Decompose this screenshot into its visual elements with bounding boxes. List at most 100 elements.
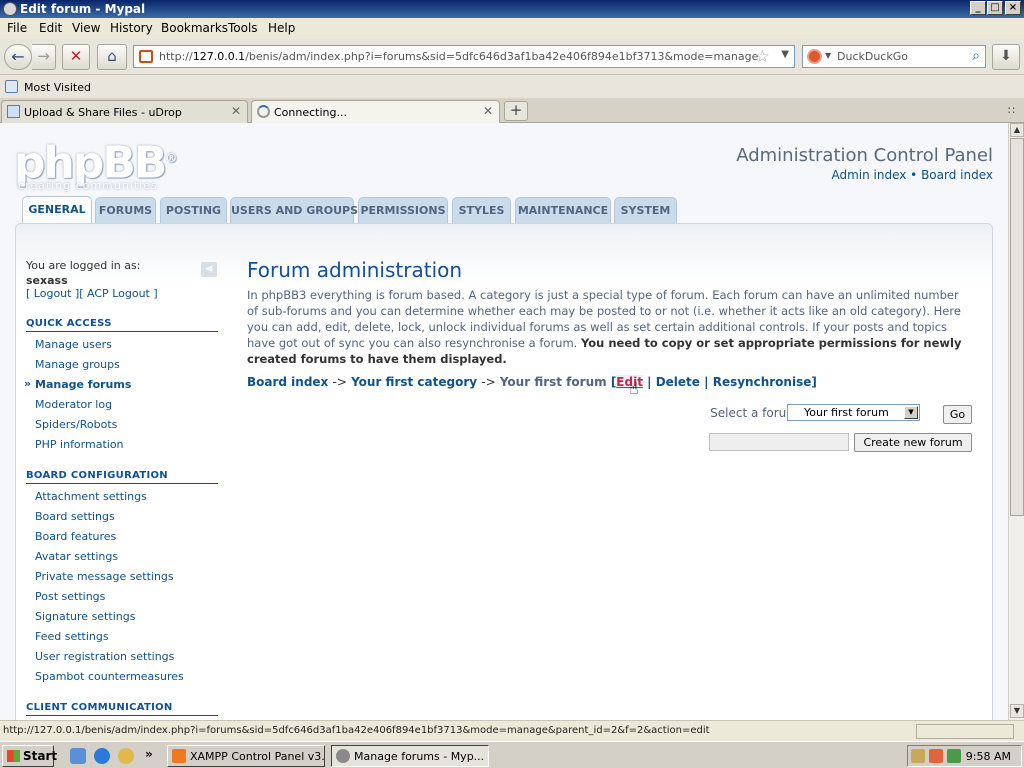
search-input[interactable]: DuckDuckGo	[837, 50, 908, 63]
sidebar-item-post-settings[interactable]: Post settings	[26, 590, 218, 610]
sidebar-item-spiders-robots[interactable]: Spiders/Robots	[26, 418, 218, 438]
stop-icon[interactable]: ✕	[62, 44, 90, 70]
close-tab-icon[interactable]: ✕	[231, 104, 241, 118]
sidebar-item-private-message-settings[interactable]: Private message settings	[26, 570, 218, 590]
url-history-dropdown-icon[interactable]: ▼	[781, 49, 789, 60]
url-bar[interactable]: http://127.0.0.1/benis/adm/index.php?i=f…	[133, 45, 795, 68]
tab-general[interactable]: GENERAL	[22, 196, 92, 224]
task-xampp[interactable]: XAMPP Control Panel v3....	[167, 745, 325, 767]
tab-system[interactable]: SYSTEM	[614, 197, 677, 224]
tab-styles[interactable]: STYLES	[452, 197, 511, 224]
menu-history[interactable]: History	[110, 21, 153, 35]
new-forum-name-input[interactable]	[709, 433, 849, 451]
logout-links: [ Logout ][ ACP Logout ]	[26, 287, 158, 300]
breadcrumb-category[interactable]: Your first category	[351, 375, 477, 389]
tab-permissions[interactable]: PERMISSIONS	[358, 197, 448, 224]
sidebar-item-moderator-log[interactable]: Moderator log	[26, 398, 218, 418]
breadcrumb-arrow: ->	[332, 375, 347, 389]
sidebar-item-manage-users[interactable]: Manage users	[26, 338, 218, 358]
task-manage-forums[interactable]: Manage forums - Myp...	[331, 745, 489, 767]
menu-help[interactable]: Help	[268, 21, 295, 35]
menu-view[interactable]: View	[72, 21, 100, 35]
sidebar-item-signature-settings[interactable]: Signature settings	[26, 610, 218, 630]
search-icon[interactable]: ⌕	[972, 48, 980, 64]
scrollbar-thumb[interactable]	[1010, 138, 1024, 516]
taskbar: Start » XAMPP Control Panel v3.... Manag…	[0, 741, 1024, 768]
sidebar-item-manage-forums[interactable]: Manage forums	[24, 377, 218, 398]
tab-users-and-groups[interactable]: USERS AND GROUPS	[230, 197, 358, 224]
sidebar-item-manage-groups[interactable]: Manage groups	[26, 358, 218, 378]
sidebar-item-user-registration-settings[interactable]: User registration settings	[26, 650, 218, 670]
menu-bar: File Edit View History Bookmarks Tools H…	[0, 18, 1024, 39]
bookmark-star-icon[interactable]: ☆	[755, 47, 770, 67]
scroll-down-arrow-icon[interactable]: ▼	[1010, 704, 1024, 718]
sidebar-item-spambot-countermeasures[interactable]: Spambot countermeasures	[26, 670, 218, 690]
search-bar[interactable]: ▼ DuckDuckGo ⌕	[802, 45, 986, 68]
bookmarks-bar: Most Visited	[0, 76, 1024, 98]
board-index-link[interactable]: Board index	[921, 168, 993, 182]
url-text[interactable]: http://127.0.0.1/benis/adm/index.php?i=f…	[159, 50, 758, 63]
back-arrow-icon[interactable]: ←	[4, 44, 32, 70]
vertical-scrollbar[interactable]: ▲ ▼	[1008, 123, 1024, 720]
udrop-icon	[7, 105, 20, 118]
sidebar-item-avatar-settings[interactable]: Avatar settings	[26, 550, 218, 570]
bracket-close: ]	[811, 375, 817, 389]
acp-logout-link[interactable]: ACP Logout	[87, 287, 150, 300]
sidebar-item-feed-settings[interactable]: Feed settings	[26, 630, 218, 650]
windows-logo-icon	[7, 750, 20, 762]
create-new-forum-button[interactable]: Create new forum	[854, 433, 972, 452]
page-viewport: phpBB® creating communities Administrati…	[0, 123, 1008, 720]
breadcrumb-board-index[interactable]: Board index	[247, 375, 328, 389]
internet-explorer-icon[interactable]	[94, 748, 110, 764]
tray-app-icon[interactable]	[911, 749, 925, 763]
menu-bookmarks[interactable]: Bookmarks	[161, 21, 228, 35]
menu-file[interactable]: File	[7, 21, 27, 35]
content-area: Forum administration In phpBB3 everythin…	[247, 258, 972, 367]
admin-index-link[interactable]: Admin index	[831, 168, 906, 182]
forward-arrow-icon[interactable]: →	[32, 44, 56, 70]
sidebar-item-attachment-settings[interactable]: Attachment settings	[26, 490, 218, 510]
menu-edit[interactable]: Edit	[39, 21, 62, 35]
tab-forums[interactable]: FORUMS	[95, 197, 156, 224]
hand-pointer-cursor-icon: ☝	[629, 379, 639, 398]
sidebar-item-php-information[interactable]: PHP information	[26, 438, 218, 458]
acp-header-links: Admin index • Board index	[831, 168, 993, 182]
messenger-icon[interactable]	[118, 748, 134, 764]
close-tab-icon[interactable]: ✕	[483, 104, 493, 118]
logout-link[interactable]: Logout	[34, 287, 72, 300]
sidebar-item-board-features[interactable]: Board features	[26, 530, 218, 550]
board-configuration-heading: BOARD CONFIGURATION	[26, 470, 218, 484]
forum-select-dropdown[interactable]: Your first forum ▼	[787, 404, 920, 421]
phpbb-logo[interactable]: phpBB® creating communities	[14, 134, 177, 192]
xampp-tray-icon[interactable]	[929, 749, 943, 763]
sidebar-item-board-settings[interactable]: Board settings	[26, 510, 218, 530]
tab-maintenance[interactable]: MAINTENANCE	[515, 197, 611, 224]
resynchronise-link[interactable]: Resynchronise	[713, 375, 812, 389]
acp-title: Administration Control Panel	[736, 145, 993, 166]
forum-select-value: Your first forum	[804, 406, 889, 419]
delete-forum-link[interactable]: Delete	[656, 375, 700, 389]
dropdown-arrow-icon[interactable]: ▼	[904, 406, 918, 419]
bookmark-most-visited[interactable]: Most Visited	[24, 81, 91, 94]
new-tab-plus-icon[interactable]: +	[504, 101, 528, 121]
show-desktop-icon[interactable]	[70, 748, 86, 764]
start-label: Start	[23, 749, 58, 763]
tab-list-grid-icon[interactable]: ∷	[1008, 104, 1015, 117]
tab-connecting[interactable]: Connecting... ✕	[251, 100, 500, 123]
tab-posting[interactable]: POSTING	[160, 197, 227, 224]
network-tray-icon[interactable]	[947, 749, 961, 763]
quicklaunch-overflow-icon[interactable]: »	[145, 747, 153, 761]
download-arrow-icon[interactable]: ⬇	[992, 44, 1020, 70]
minimize-button[interactable]: _	[970, 1, 986, 15]
engine-dropdown-icon[interactable]: ▼	[825, 51, 831, 60]
maximize-button[interactable]: □	[987, 1, 1003, 15]
tab-label: Connecting...	[274, 106, 347, 119]
duckduckgo-icon[interactable]	[807, 49, 822, 64]
tab-udrop[interactable]: Upload & Share Files - uDrop ✕	[1, 100, 248, 123]
close-window-button[interactable]: ×	[1005, 1, 1021, 15]
scroll-up-arrow-icon[interactable]: ▲	[1010, 123, 1024, 137]
go-button[interactable]: Go	[943, 405, 972, 424]
home-icon[interactable]: ⌂	[97, 44, 127, 70]
menu-tools[interactable]: Tools	[228, 21, 258, 35]
start-button[interactable]: Start	[2, 745, 58, 767]
